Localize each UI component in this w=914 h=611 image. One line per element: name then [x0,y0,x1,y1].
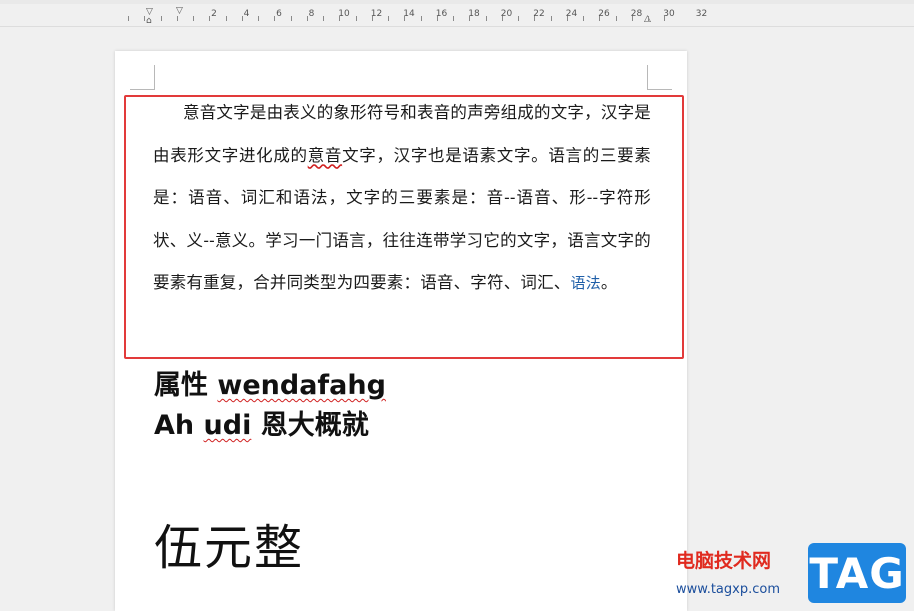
ruler-tick [307,16,308,21]
ruler-tick [323,16,324,21]
blue-word: 语法 [570,274,601,292]
ruler-tick [177,16,178,21]
ruler-number: 8 [308,9,315,19]
page-corner-mark-top-right [647,65,672,90]
bold-line-1-prefix: 属性 [154,370,218,401]
spellcheck-word-udi[interactable]: udi [204,410,252,441]
bold-line-2-suffix: 恩大概就 [251,410,369,441]
ruler-tick [421,16,422,21]
ruler-tick [453,16,454,21]
ruler-tick [518,16,519,21]
page-corner-mark-top-left [130,65,155,90]
ruler-tick [291,16,292,21]
ruler-tick [502,16,503,21]
ruler-tick [274,16,275,21]
ruler-tick [583,16,584,21]
ruler-tick [664,16,665,21]
ruler-tick [209,16,210,21]
ruler-tick [404,16,405,21]
horizontal-ruler[interactable]: ▽ ▽ ⌂ △ 2468101214161820222426283032 [0,4,914,27]
ruler-tick [161,16,162,21]
body-paragraph[interactable]: 意音文字是由表义的象形符号和表音的声旁组成的文字，汉字是由表形文字进化成的意音文… [153,92,651,305]
left-indent-marker[interactable]: ⌂ [146,16,152,26]
ruler-tick [226,16,227,21]
spellcheck-word-wendafahg[interactable]: wendafahg [217,370,386,401]
ruler-tick [599,16,600,21]
ruler-tick [534,16,535,21]
ruler-tick [356,16,357,21]
ruler-tick [567,16,568,21]
hanging-indent-marker[interactable]: ▽ [176,6,183,16]
ruler-number: 2 [211,9,217,19]
ruler-tick [648,16,649,21]
ruler-tick [258,16,259,21]
ruler-tick [469,16,470,21]
bold-line-2[interactable]: Ah udi 恩大概就 [154,403,369,442]
watermark-url: www.tagxp.com [676,582,780,597]
bold-line-2-prefix: Ah [154,410,204,441]
ruler-tick [242,16,243,21]
large-text-line[interactable]: 伍元整 [154,508,304,578]
ruler-tick [486,16,487,21]
ruler-tick [388,16,389,21]
ruler-tick [372,16,373,21]
ruler-tick [632,16,633,21]
ruler-tick [616,16,617,21]
ruler-tick [144,16,145,21]
paragraph-end: 。 [600,273,618,292]
paragraph-text-part2: 文字，汉字也是语素文字。语言的三要素是：语音、词汇和语法，文字的三要素是：音--… [153,145,651,293]
spellcheck-underlined-word[interactable]: 意音 [308,146,342,165]
ruler-tick [551,16,552,21]
ruler-tick [339,16,340,21]
ruler-tick [193,16,194,21]
bold-line-1[interactable]: 属性 wendafahg [154,363,386,402]
ruler-number: 6 [276,9,282,19]
ruler-number: 4 [243,9,250,19]
ruler-tick [437,16,438,21]
watermark-site-name: 电脑技术网 [676,550,772,572]
watermark-tag-logo: TAG [808,543,906,603]
ruler-number: 32 [695,9,708,19]
ruler-tick [128,16,129,21]
